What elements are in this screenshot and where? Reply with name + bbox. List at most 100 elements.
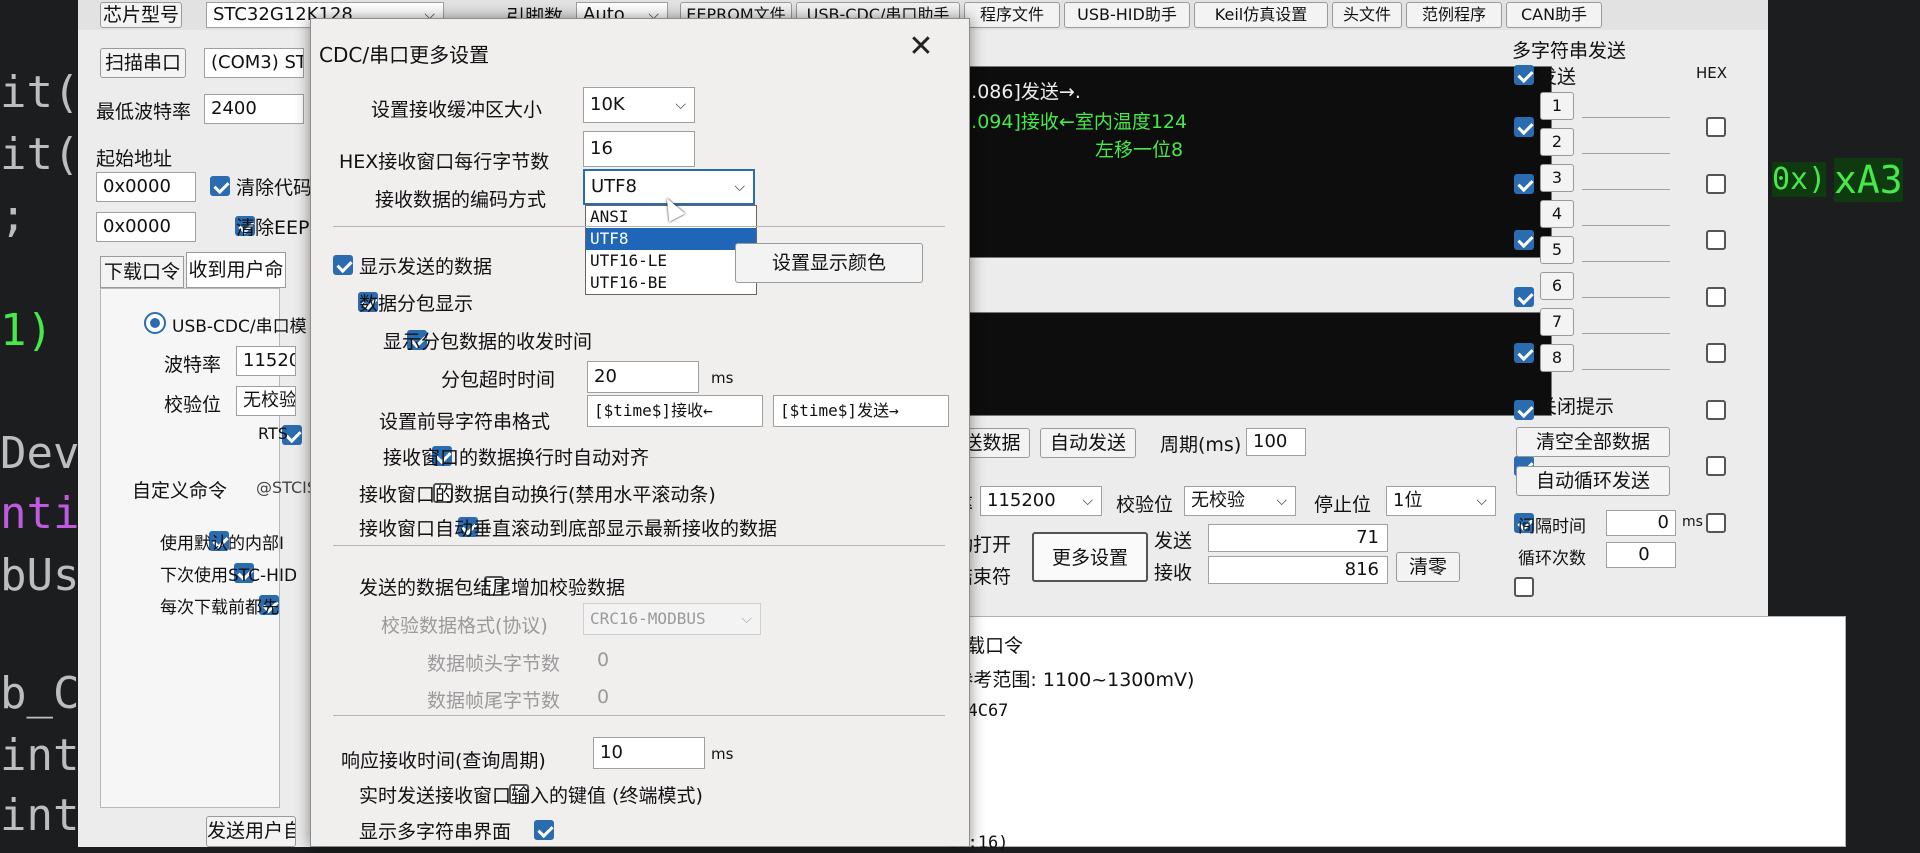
show-sent-label: 显示发送的数据 [359, 256, 493, 278]
row-string-field[interactable] [1582, 202, 1670, 226]
clear-all-button[interactable]: 清空全部数据 [1516, 427, 1670, 457]
row-send-checkbox[interactable] [1514, 117, 1534, 137]
row-send-button[interactable]: 6 [1540, 272, 1574, 300]
tab-download-command[interactable]: 下载口令 [100, 256, 184, 288]
row-string-field[interactable] [1582, 94, 1670, 118]
packet-timeout-field[interactable]: 20 [587, 361, 699, 393]
auto-send-button[interactable]: 自动发送 [1040, 428, 1136, 458]
row-hex-checkbox[interactable] [1706, 456, 1726, 476]
row-send-checkbox[interactable] [1514, 173, 1534, 194]
set-color-button[interactable]: 设置显示颜色 [735, 243, 923, 283]
tab-header-file[interactable]: 头文件 [1332, 2, 1402, 28]
divider [333, 226, 945, 227]
stop-bits-label: 停止位 [1314, 494, 1372, 516]
row-send-button[interactable]: 3 [1540, 164, 1574, 192]
encoding-option-utf8[interactable]: UTF8 [586, 228, 756, 250]
usb-cdc-radio-label: USB-CDC/串口模 [172, 317, 307, 337]
sent-count-field: 71 [1208, 524, 1388, 552]
code-line: bUs [0, 550, 80, 601]
response-time-field[interactable]: 10 [593, 737, 705, 769]
row-send-button[interactable]: 7 [1540, 308, 1574, 336]
send-user-command-button[interactable]: 发送用户自 [206, 816, 296, 847]
prefix-recv-field[interactable]: [$time$]接收← [587, 395, 763, 427]
buffer-size-value: 10K [590, 94, 625, 115]
encoding-option-utf16be[interactable]: UTF16-BE [586, 272, 756, 294]
row-hex-checkbox[interactable] [1706, 173, 1726, 194]
row-hex-checkbox[interactable] [1706, 512, 1726, 533]
row-send-checkbox[interactable] [1514, 399, 1534, 420]
more-settings-dialog: CDC/串口更多设置 ✕ 设置接收缓冲区大小 10K ⌵ HEX接收窗口每行字节数… [310, 18, 970, 847]
code-line: it( [0, 129, 80, 180]
row-send-checkbox[interactable] [1514, 230, 1534, 250]
code-line: ; [0, 191, 27, 242]
row-string-field[interactable] [1582, 166, 1670, 190]
row-hex-checkbox[interactable] [1706, 286, 1726, 307]
tab-program-file[interactable]: 程序文件 [964, 2, 1060, 28]
row-send-button[interactable]: 2 [1540, 128, 1574, 156]
tab-usb-hid[interactable]: USB-HID助手 [1064, 2, 1190, 28]
multi-string-checkbox[interactable] [533, 819, 554, 840]
baud-label: 波特率 [164, 354, 222, 376]
baud-rate-select[interactable]: 115200 ⌵ [980, 486, 1102, 516]
hex-bytes-field[interactable]: 16 [583, 131, 695, 167]
tab-examples[interactable]: 范例程序 [1406, 2, 1502, 28]
min-baud-field[interactable]: 2400 [204, 94, 304, 124]
more-settings-button[interactable]: 更多设置 [1032, 532, 1148, 582]
row-send-button[interactable]: 8 [1540, 344, 1574, 372]
close-tip-checkbox[interactable] [1514, 577, 1534, 597]
prefix-send-field[interactable]: [$time$]发送→ [773, 395, 949, 427]
prefix-recv-value: [$time$]接收← [594, 401, 713, 420]
row-hex-checkbox[interactable] [1706, 343, 1726, 363]
row-hex-checkbox[interactable] [1706, 117, 1726, 137]
row-string-field[interactable] [1582, 238, 1670, 262]
interval-field[interactable]: 0 [1606, 510, 1676, 536]
row-hex-checkbox[interactable] [1706, 230, 1726, 250]
close-icon[interactable]: ✕ [901, 27, 941, 67]
row-send-button[interactable]: 1 [1540, 92, 1574, 120]
hex-header: HEX [1696, 64, 1728, 82]
usb-cdc-radio[interactable] [144, 312, 166, 334]
option-hid-label: 下次使用STC-HID [160, 566, 298, 586]
send-header: 发送 [1538, 66, 1577, 88]
loop-count-field[interactable]: 0 [1606, 542, 1676, 568]
row-hex-checkbox[interactable] [1706, 399, 1726, 420]
row-send-button[interactable]: 4 [1540, 200, 1574, 228]
clear-count-button[interactable]: 清零 [1396, 552, 1460, 582]
chip-model-button[interactable]: 芯片型号 [100, 2, 182, 28]
frame-tail-value: 0 [597, 686, 610, 708]
scan-port-button[interactable]: 扫描串口 [100, 48, 186, 78]
row-string-field[interactable] [1582, 274, 1670, 298]
port-select[interactable]: (COM3) ST [204, 48, 304, 78]
stop-bits-select[interactable]: 1位 ⌵ [1386, 486, 1496, 516]
interval-value: 0 [1657, 512, 1669, 533]
row-send-checkbox[interactable] [1514, 343, 1534, 363]
row-string-field[interactable] [1582, 346, 1670, 370]
chevron-down-icon: ⌵ [734, 179, 745, 195]
eeprom-address-field[interactable]: 0x0000 [96, 212, 196, 242]
encoding-option-utf16le[interactable]: UTF16-LE [586, 250, 756, 272]
baud-rate-value: 115200 [987, 490, 1056, 511]
checksum-label: 发送的数据包结尾增加校验数据 [359, 577, 626, 599]
custom-command-label: 自定义命令 [132, 480, 228, 502]
parity-select[interactable]: 无校验 ⌵ [1184, 486, 1296, 516]
show-sent-checkbox[interactable] [333, 254, 353, 275]
clear-code-checkbox[interactable] [210, 175, 230, 196]
code-line: int [0, 730, 80, 781]
tab-keil[interactable]: Keil仿真设置 [1194, 2, 1328, 28]
receive-window: 28.086]发送→. 28.094]接收←室内温度124 左移一位8 [946, 66, 1552, 258]
period-field[interactable]: 100 [1246, 428, 1306, 456]
row-string-field[interactable] [1582, 310, 1670, 334]
auto-loop-button[interactable]: 自动循环发送 [1516, 466, 1670, 496]
row-send-checkbox[interactable] [1514, 286, 1534, 307]
row-send-button[interactable]: 5 [1540, 236, 1574, 264]
tab-received-command[interactable]: 收到用户命 [186, 252, 286, 288]
chevron-down-icon: ⌵ [1082, 493, 1093, 509]
row-string-field[interactable] [1582, 130, 1670, 154]
send-all-checkbox[interactable] [1514, 64, 1534, 85]
chevron-down-icon: ⌵ [1276, 493, 1287, 509]
start-address-field[interactable]: 0x0000 [96, 172, 196, 202]
buffer-size-select[interactable]: 10K ⌵ [583, 87, 695, 123]
parity-field[interactable]: 无校验 [236, 386, 296, 416]
baud-field[interactable]: 115200 [236, 346, 296, 376]
tab-can[interactable]: CAN助手 [1506, 2, 1602, 28]
